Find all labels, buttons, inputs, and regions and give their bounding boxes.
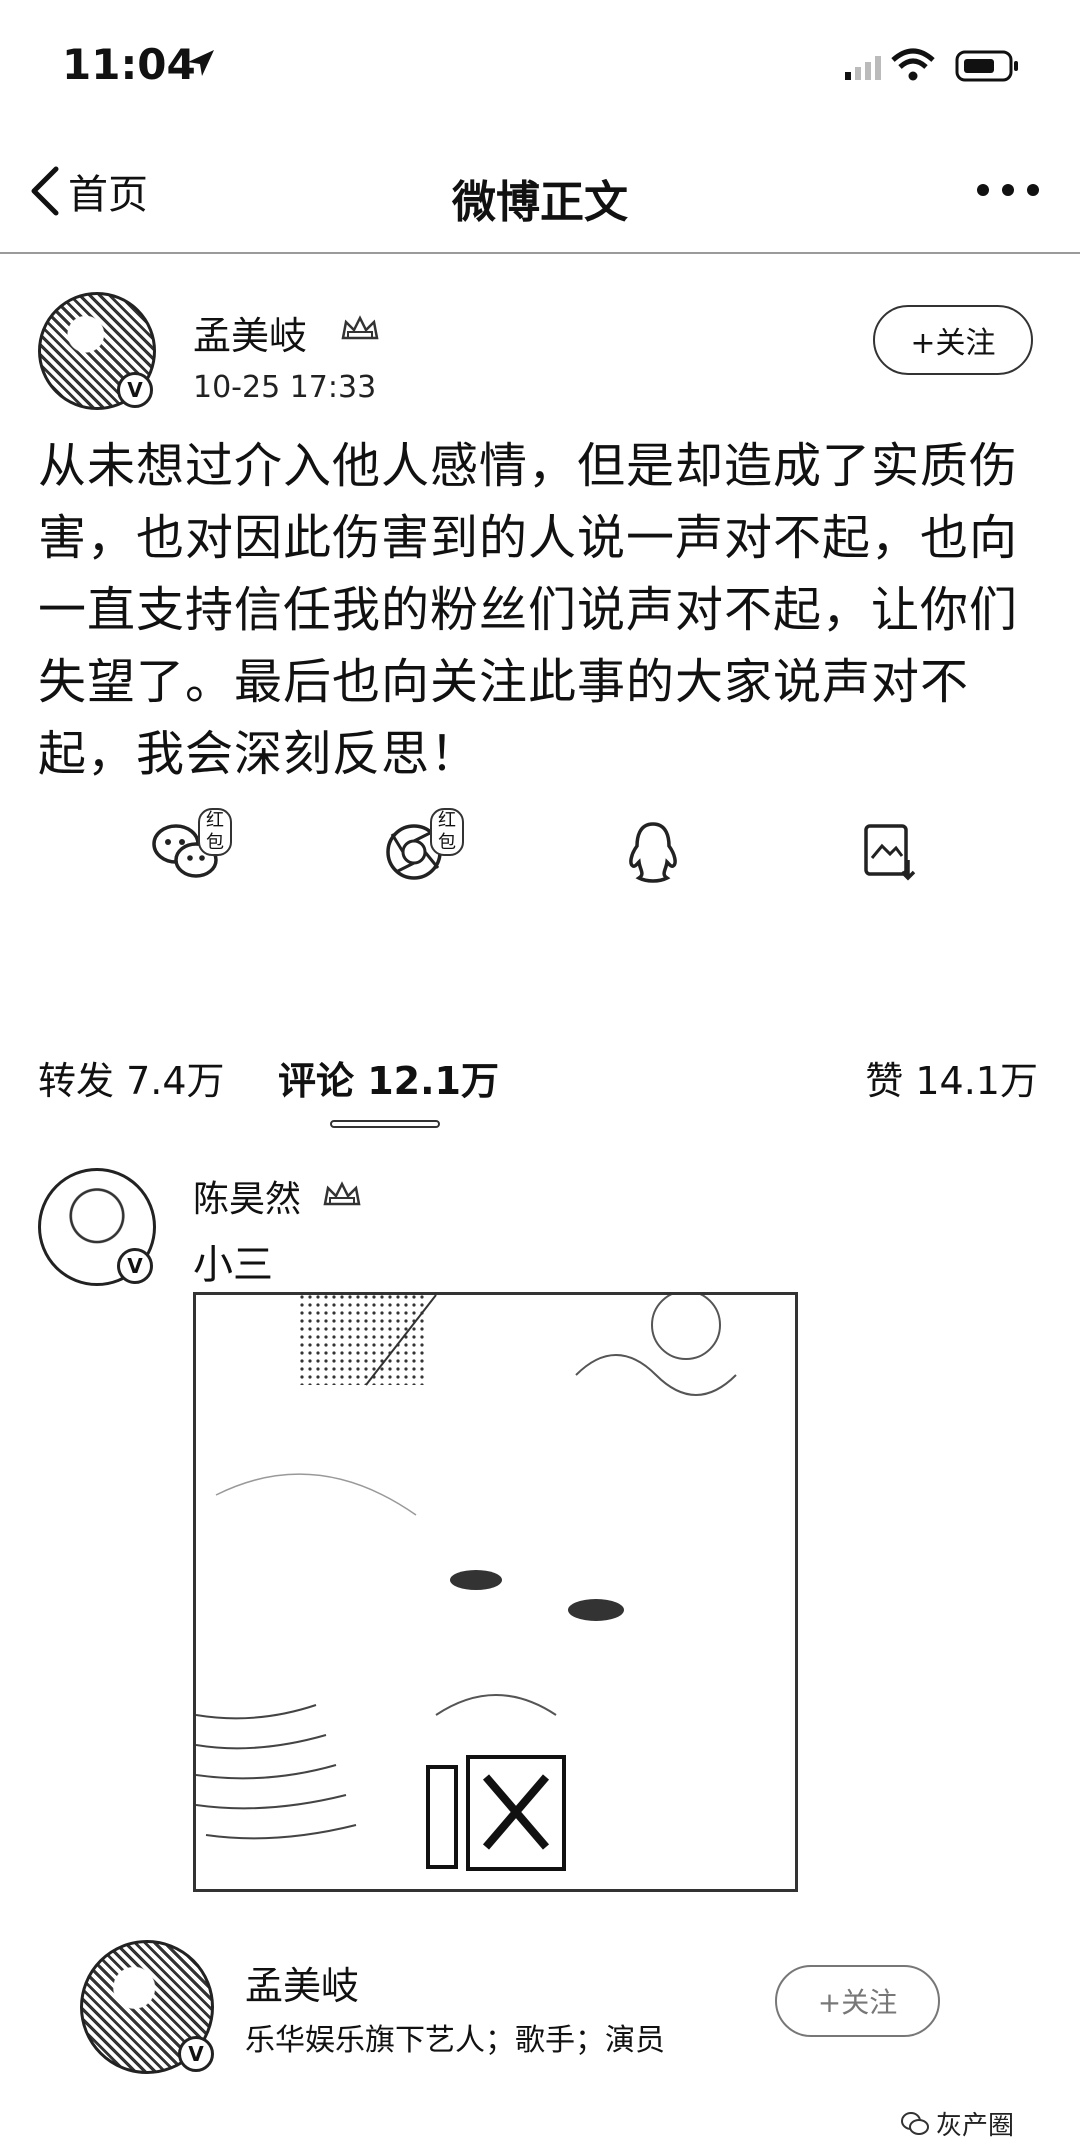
red-packet-pill: 红包	[198, 808, 232, 856]
post-body: 从未想过介入他人感情，但是却造成了实质伤害，也对因此伤害到的人说一声对不起，也向…	[38, 438, 1019, 782]
account-card-description: 乐华娱乐旗下艺人；歌手；演员	[245, 2023, 665, 2058]
commenter-name[interactable]: 陈昊然	[193, 1170, 301, 1222]
vomit-character	[426, 1755, 566, 1871]
crown-icon	[323, 1181, 361, 1206]
active-tab-indicator	[330, 1120, 440, 1128]
more-options-icon[interactable]	[975, 182, 1041, 198]
verified-badge-icon: V	[117, 1248, 153, 1284]
verified-badge-icon: V	[117, 372, 153, 408]
wechat-icon	[901, 2111, 929, 2135]
battery-icon	[955, 50, 1018, 82]
wifi-icon	[891, 48, 935, 81]
watermark-text: 灰产圈	[936, 2111, 1015, 2141]
account-card-follow-button[interactable]: +关注	[775, 1965, 940, 2037]
tab-repost[interactable]: 转发 7.4万	[38, 1050, 225, 1105]
nav-bar: 首页 微博正文	[0, 130, 1080, 254]
share-qq-button[interactable]	[625, 820, 681, 888]
red-packet-pill: 红包	[430, 808, 464, 856]
tab-comment[interactable]: 评论 12.1万	[278, 1050, 499, 1105]
share-moments-button[interactable]: 红包	[382, 808, 464, 888]
location-arrow-icon	[188, 50, 214, 76]
status-time: 11:04	[62, 40, 196, 89]
signal-icon	[845, 56, 881, 80]
save-image-icon	[864, 824, 916, 881]
share-wechat-button[interactable]: 红包	[150, 808, 232, 888]
verified-badge-icon: V	[178, 2036, 214, 2072]
tab-like[interactable]: 赞 14.1万	[865, 1050, 1038, 1105]
interaction-tabs: 转发 7.4万 评论 12.1万 赞 14.1万	[38, 1050, 1038, 1130]
crown-icon	[341, 315, 379, 340]
status-bar: 11:04	[0, 0, 1080, 130]
page-title: 微博正文	[452, 177, 628, 228]
save-image-button[interactable]	[862, 820, 918, 888]
author-name[interactable]: 孟美岐	[193, 305, 307, 360]
comment-image[interactable]: 呕	[193, 1292, 798, 1892]
comment-text: 小三	[193, 1242, 273, 1288]
qq-penguin-icon	[629, 822, 677, 883]
account-card-name[interactable]: 孟美岐	[245, 1955, 359, 2010]
post-timestamp: 10-25 17:33	[193, 370, 377, 405]
cat-meme-image	[196, 1295, 737, 1871]
watermark: 灰产圈	[900, 2105, 1014, 2142]
follow-button[interactable]: +关注	[873, 305, 1033, 375]
